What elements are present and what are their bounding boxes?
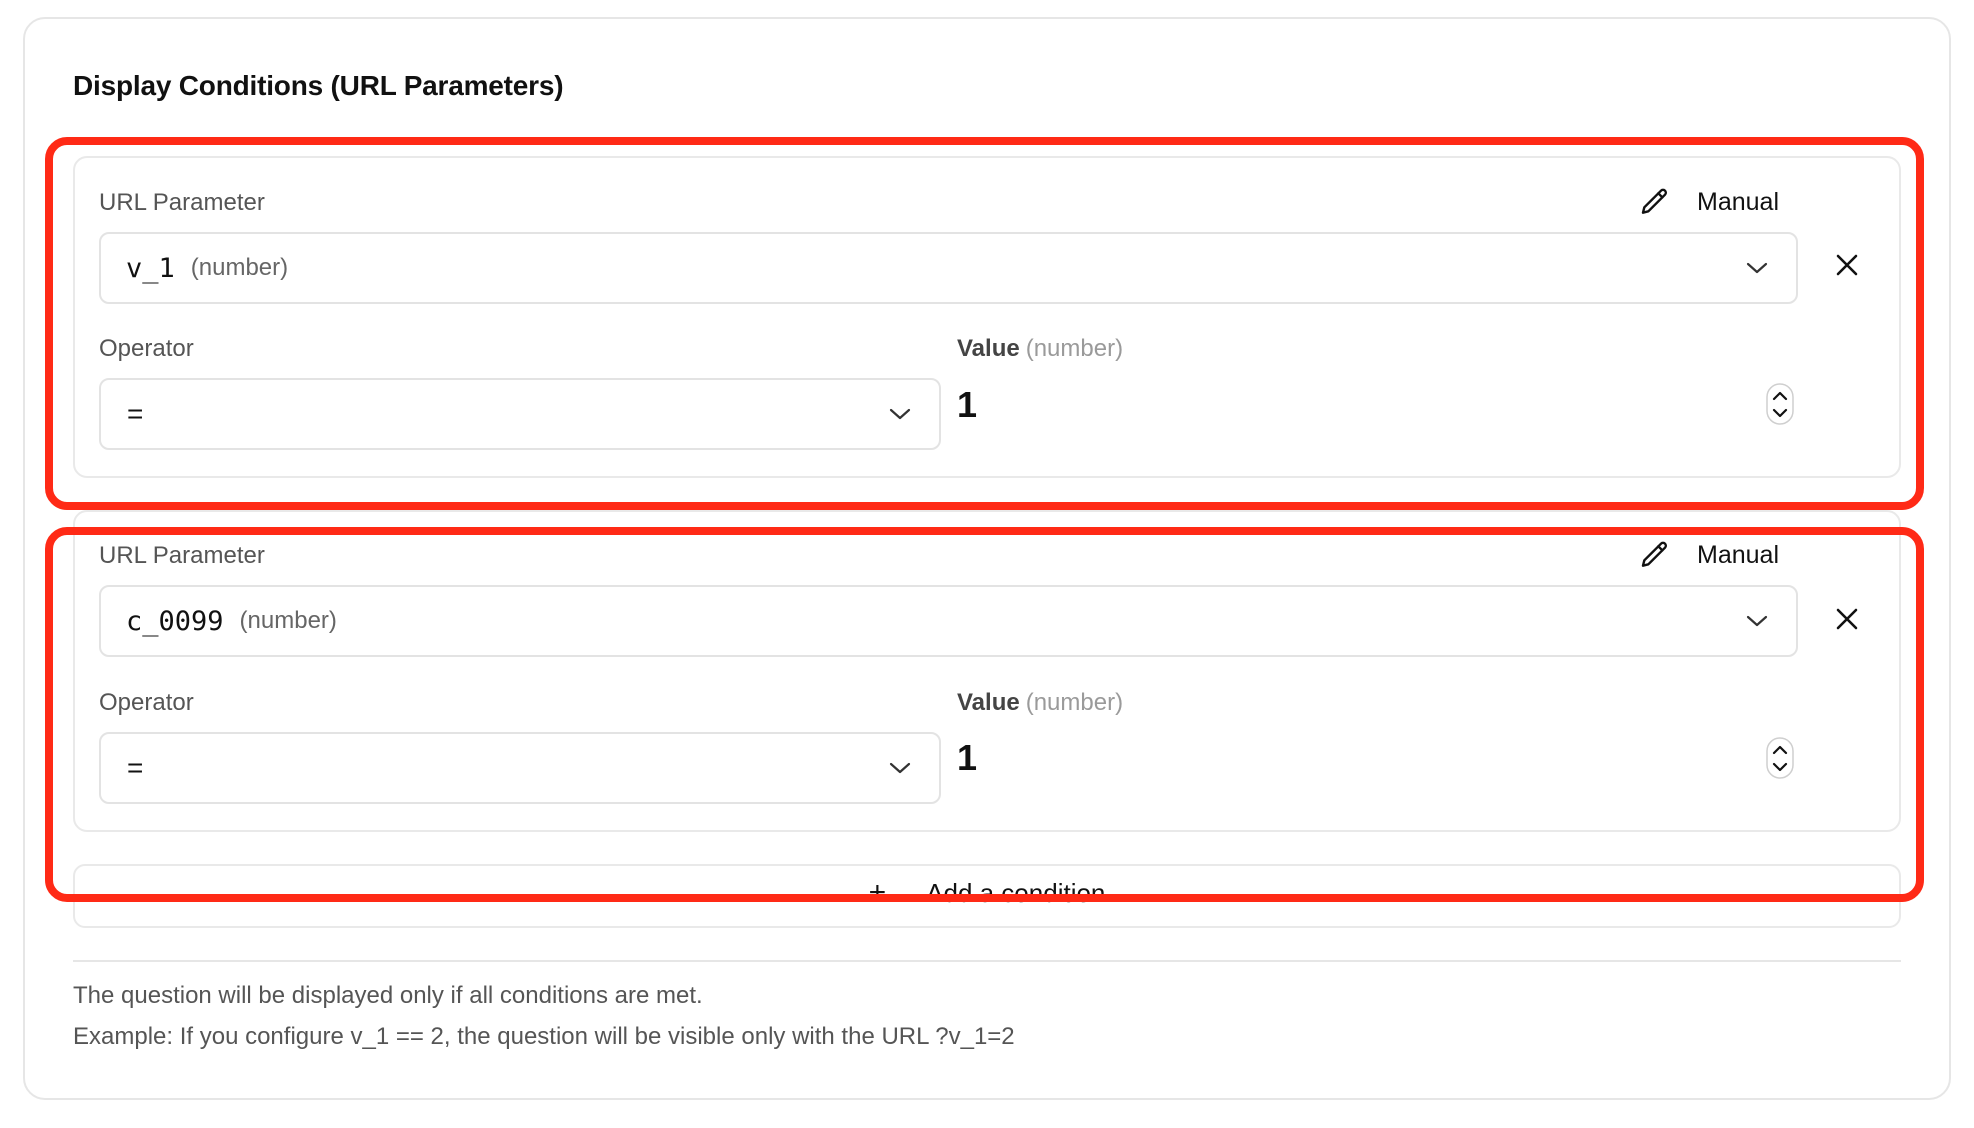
operator-value: =: [127, 398, 144, 429]
value-label: Value (number): [957, 335, 1123, 363]
add-condition-label: Add a condition: [926, 877, 1106, 908]
value-input[interactable]: 1: [957, 737, 977, 779]
pencil-icon: [1641, 541, 1668, 567]
url-parameter-select[interactable]: c_0099 (number): [99, 585, 1798, 657]
value-label-text: Value: [957, 689, 1020, 716]
param-type: (number): [190, 254, 289, 281]
stepper-icon[interactable]: [1766, 383, 1794, 425]
close-icon[interactable]: [1836, 608, 1858, 630]
chevron-down-icon: [889, 762, 911, 774]
close-icon[interactable]: [1836, 254, 1858, 276]
manual-label: Manual: [1697, 187, 1779, 216]
manual-toggle[interactable]: Manual: [1639, 186, 1779, 218]
value-input[interactable]: 1: [957, 384, 977, 426]
chevron-down-icon: [889, 408, 911, 420]
section-title: Display Conditions (URL Parameters): [73, 70, 564, 101]
add-condition-button[interactable]: + Add a condition: [73, 864, 1901, 928]
value-type: (number): [1025, 689, 1124, 716]
operator-label: Operator: [99, 335, 194, 362]
param-name: c_0099: [126, 605, 224, 637]
value-label-text: Value: [957, 335, 1020, 362]
manual-label: Manual: [1697, 540, 1779, 569]
operator-value: =: [127, 752, 144, 783]
url-parameter-label: URL Parameter: [99, 189, 265, 216]
chevron-down-icon: [1746, 615, 1768, 627]
value-type: (number): [1025, 335, 1124, 362]
operator-select[interactable]: =: [99, 732, 941, 804]
manual-toggle[interactable]: Manual: [1639, 539, 1779, 571]
help-text-line2: Example: If you configure v_1 == 2, the …: [73, 1023, 1015, 1050]
param-type: (number): [239, 607, 337, 634]
operator-label: Operator: [99, 689, 194, 716]
pencil-icon: [1641, 188, 1668, 214]
value-label: Value (number): [957, 689, 1123, 717]
chevron-down-icon: [1746, 262, 1768, 274]
divider: [73, 960, 1901, 962]
param-name: v_1: [126, 252, 175, 284]
url-parameter-select[interactable]: v_1 (number): [99, 232, 1798, 304]
help-text-line1: The question will be displayed only if a…: [73, 982, 703, 1009]
url-parameter-label: URL Parameter: [99, 542, 265, 569]
operator-select[interactable]: =: [99, 378, 941, 450]
plus-icon: +: [868, 876, 887, 909]
stepper-icon[interactable]: [1766, 737, 1794, 779]
